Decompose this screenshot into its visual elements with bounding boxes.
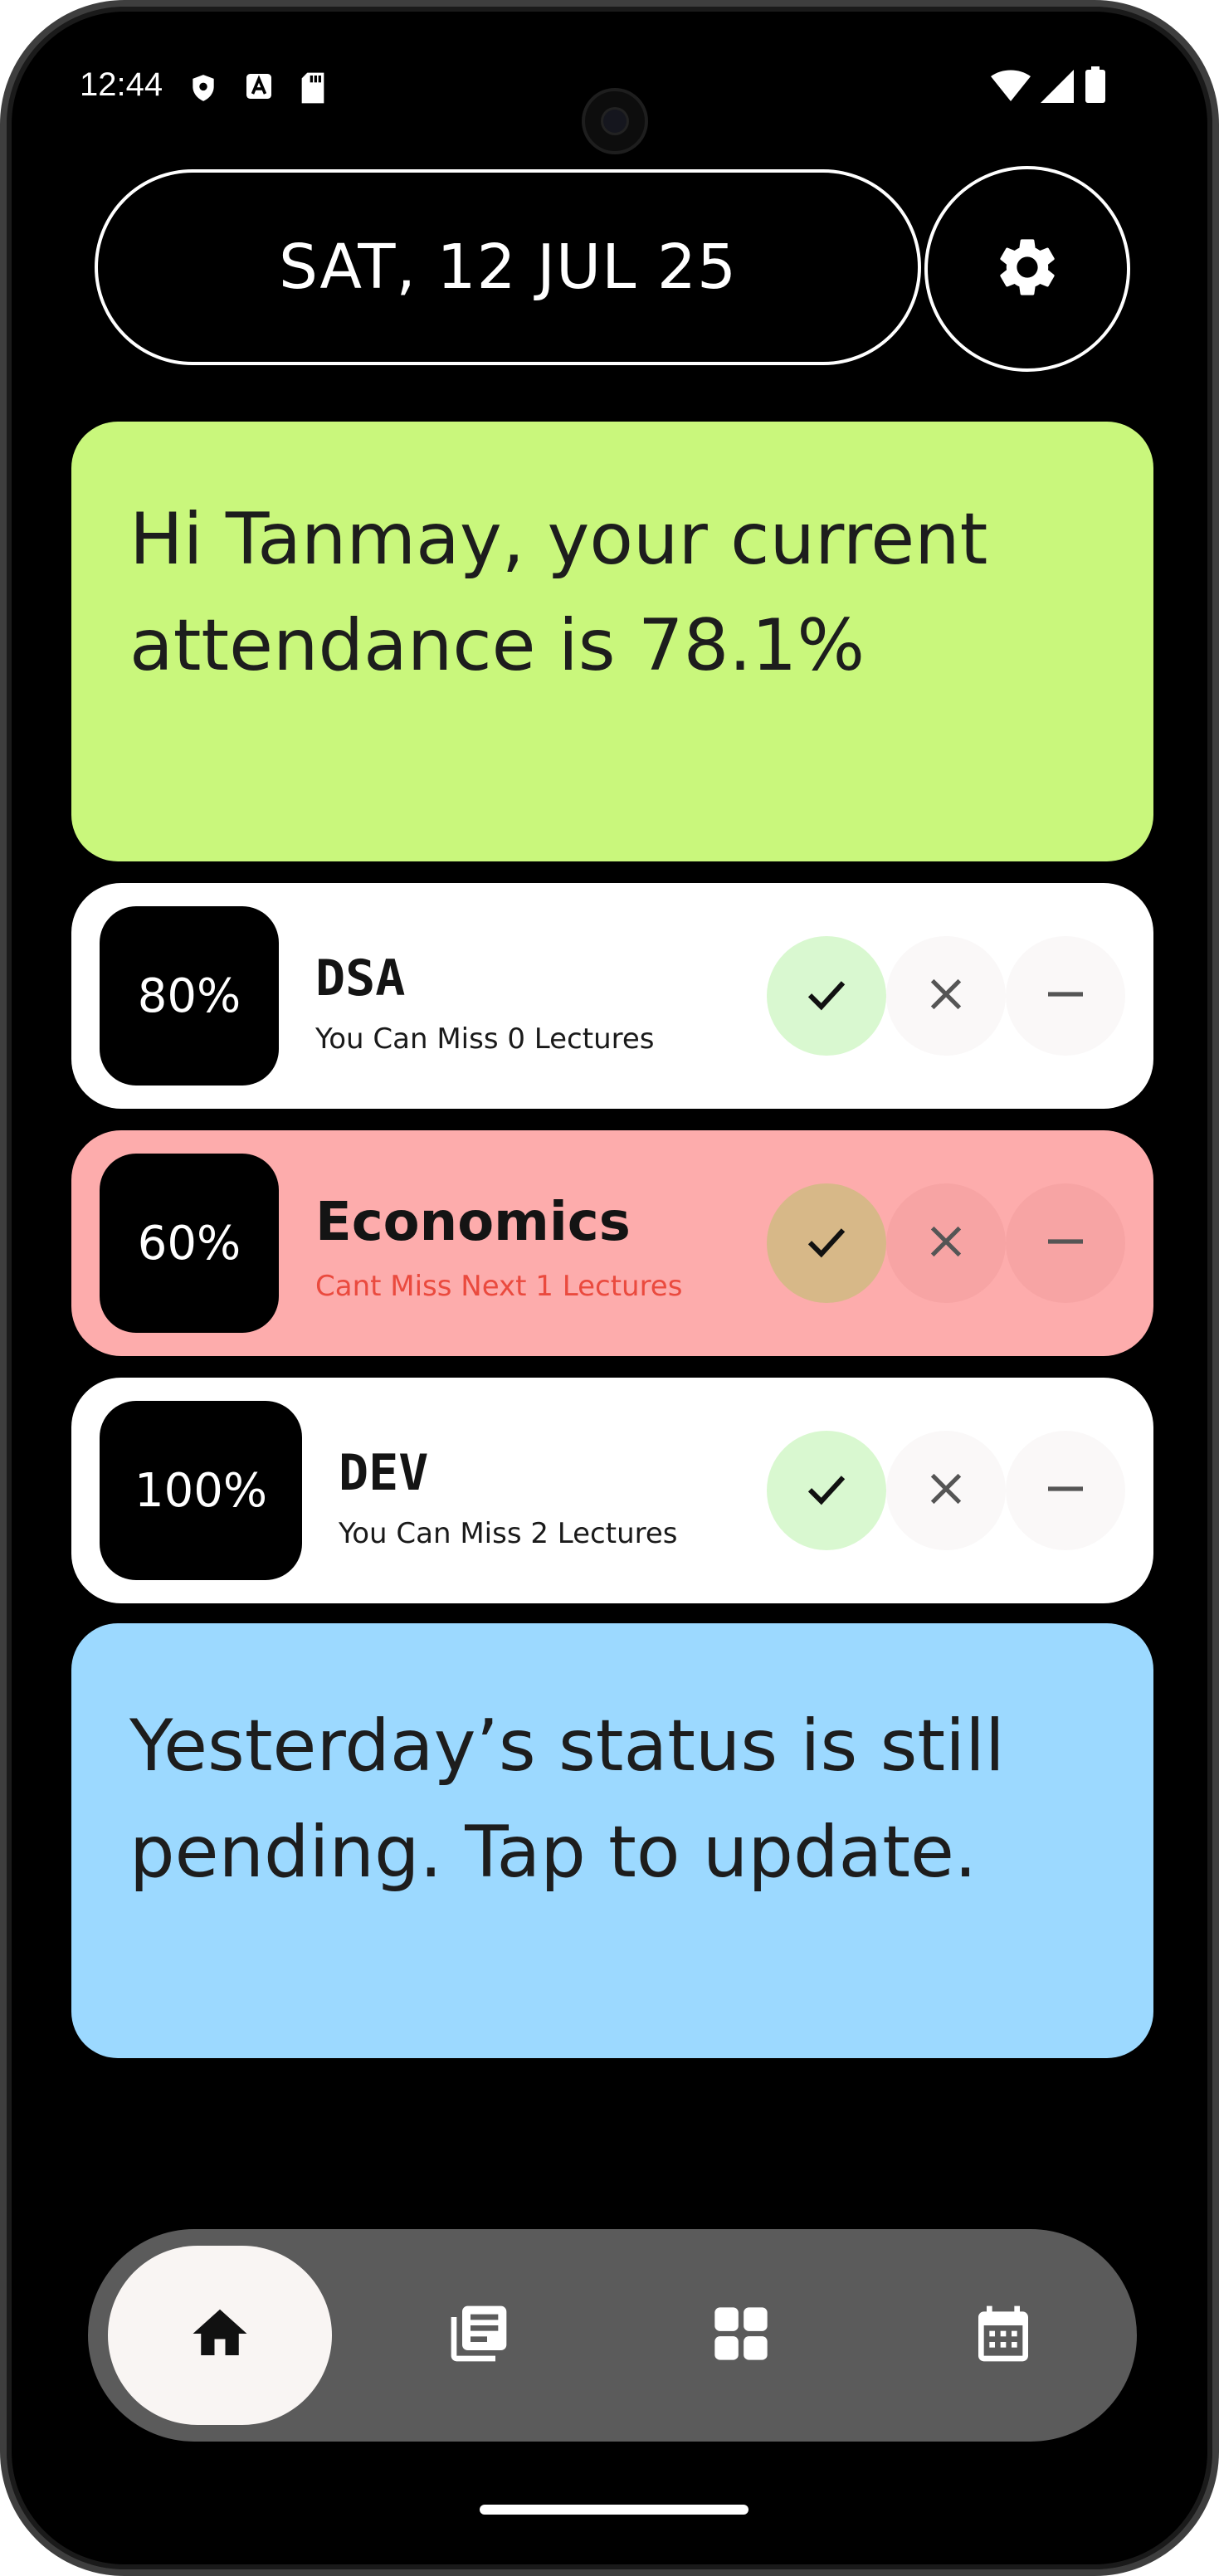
subject-status: You Can Miss 0 Lectures — [315, 1022, 655, 1056]
home-indicator[interactable] — [480, 2505, 748, 2515]
status-time: 12:44 — [80, 66, 163, 103]
phone-frame: 12:44 SAT, 12 JUL 25 Hi Tanmay, your cur… — [0, 0, 1219, 2576]
shield-icon — [188, 71, 219, 108]
date-display[interactable]: SAT, 12 JUL 25 — [95, 169, 921, 365]
subject-card[interactable]: 100% DEV You Can Miss 2 Lectures — [71, 1378, 1153, 1603]
check-icon — [802, 1464, 851, 1517]
mark-present-button[interactable] — [767, 1183, 886, 1303]
attendance-summary-card: Hi Tanmay, your current attendance is 78… — [71, 422, 1153, 861]
subject-status: Cant Miss Next 1 Lectures — [315, 1270, 683, 1303]
gear-icon — [992, 232, 1062, 305]
minus-icon — [1042, 1218, 1089, 1268]
front-camera — [582, 88, 648, 154]
minus-icon — [1042, 971, 1089, 1021]
nav-calendar[interactable] — [891, 2246, 1115, 2425]
subject-card[interactable]: 60% Economics Cant Miss Next 1 Lectures — [71, 1130, 1153, 1356]
subject-name: DEV — [339, 1444, 429, 1502]
nav-subjects[interactable] — [367, 2246, 591, 2425]
mark-cancelled-button[interactable] — [1006, 1431, 1125, 1550]
mark-absent-button[interactable] — [886, 1431, 1006, 1550]
library-icon — [446, 2300, 512, 2370]
mark-present-button[interactable] — [767, 1431, 886, 1550]
subject-name: Economics — [315, 1192, 631, 1253]
mark-absent-button[interactable] — [886, 1183, 1006, 1303]
sd-card-icon — [299, 71, 327, 108]
mark-cancelled-button[interactable] — [1006, 936, 1125, 1056]
attendance-percent-badge: 100% — [100, 1401, 302, 1580]
calendar-icon — [970, 2300, 1036, 2370]
mark-cancelled-button[interactable] — [1006, 1183, 1125, 1303]
pending-status-card[interactable]: Yesterday’s status is still pending. Tap… — [71, 1623, 1153, 2058]
wifi-icon — [991, 70, 1031, 106]
mark-present-button[interactable] — [767, 936, 886, 1056]
pending-status-text: Yesterday’s status is still pending. Tap… — [129, 1705, 1005, 1894]
grid-icon — [709, 2302, 773, 2369]
attendance-percent-badge: 80% — [100, 906, 279, 1086]
close-icon — [923, 971, 969, 1021]
battery-icon — [1085, 66, 1105, 106]
font-icon — [244, 71, 274, 105]
cellular-signal-icon — [1041, 70, 1074, 106]
check-icon — [802, 1217, 851, 1270]
nav-dashboard[interactable] — [629, 2246, 853, 2425]
bottom-navigation — [88, 2229, 1137, 2442]
subject-status: You Can Miss 2 Lectures — [339, 1517, 678, 1550]
home-icon — [188, 2301, 252, 2369]
nav-home[interactable] — [108, 2246, 332, 2425]
settings-button[interactable] — [924, 166, 1130, 372]
subject-card[interactable]: 80% DSA You Can Miss 0 Lectures — [71, 883, 1153, 1109]
check-icon — [802, 969, 851, 1022]
attendance-percent-badge: 60% — [100, 1154, 279, 1333]
close-icon — [923, 1218, 969, 1268]
mark-absent-button[interactable] — [886, 936, 1006, 1056]
close-icon — [923, 1466, 969, 1515]
minus-icon — [1042, 1466, 1089, 1515]
attendance-greeting: Hi Tanmay, your current attendance is 78… — [129, 498, 988, 687]
subject-name: DSA — [315, 949, 406, 1007]
